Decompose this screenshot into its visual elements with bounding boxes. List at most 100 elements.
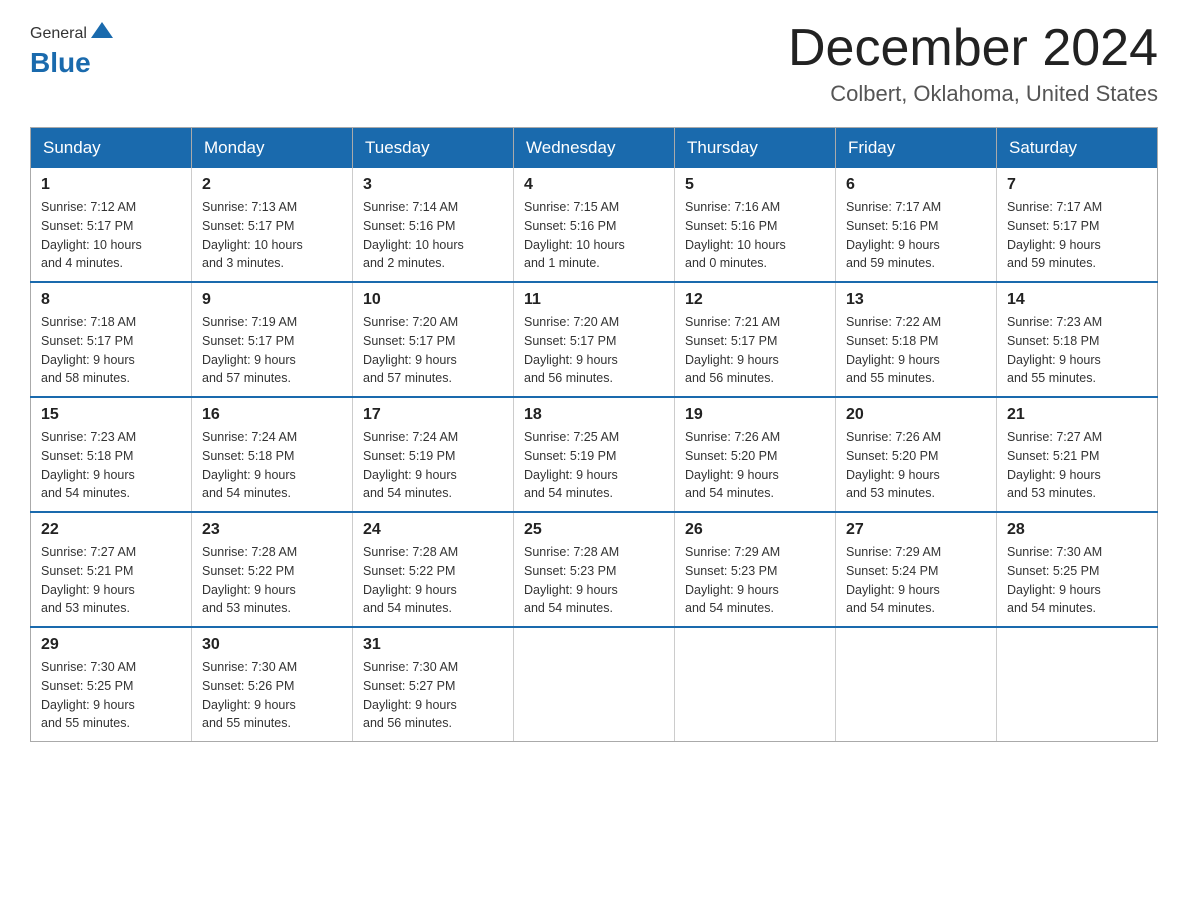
- day-cell-2: 2Sunrise: 7:13 AMSunset: 5:17 PMDaylight…: [192, 168, 353, 282]
- day-cell-24: 24Sunrise: 7:28 AMSunset: 5:22 PMDayligh…: [353, 512, 514, 627]
- day-cell-20: 20 Sunrise: 7:26 AMSunset: 5:20 PMDayligh…: [836, 397, 997, 512]
- day-cell-23: 23 Sunrise: 7:28 AMSunset: 5:22 PMDayligh…: [192, 512, 353, 627]
- day-cell-9: 9Sunrise: 7:19 AMSunset: 5:17 PMDaylight…: [192, 282, 353, 397]
- day-cell-11: 11Sunrise: 7:20 AMSunset: 5:17 PMDayligh…: [514, 282, 675, 397]
- title-section: December 2024 Colbert, Oklahoma, United …: [788, 20, 1158, 107]
- day-cell-17: 17 Sunrise: 7:24 AMSunset: 5:19 PMDayligh…: [353, 397, 514, 512]
- calendar-table: SundayMondayTuesdayWednesdayThursdayFrid…: [30, 127, 1158, 742]
- day-cell-14: 14 Sunrise: 7:23 AMSunset: 5:18 PMDayligh…: [997, 282, 1158, 397]
- day-cell-8: 8 Sunrise: 7:18 AMSunset: 5:17 PMDaylight…: [31, 282, 192, 397]
- day-cell-4: 4 Sunrise: 7:15 AMSunset: 5:16 PMDaylight…: [514, 168, 675, 282]
- day-info: Sunrise: 7:18 AMSunset: 5:17 PMDaylight:…: [41, 313, 181, 388]
- day-info: Sunrise: 7:30 AMSunset: 5:26 PMDaylight:…: [202, 658, 342, 733]
- weekday-header-tuesday: Tuesday: [353, 128, 514, 169]
- day-info: Sunrise: 7:19 AMSunset: 5:17 PMDaylight:…: [202, 313, 342, 388]
- empty-cell: [675, 627, 836, 742]
- day-number: 29: [41, 636, 181, 654]
- week-row-5: 29Sunrise: 7:30 AMSunset: 5:25 PMDayligh…: [31, 627, 1158, 742]
- day-number: 27: [846, 521, 986, 539]
- weekday-header-thursday: Thursday: [675, 128, 836, 169]
- day-number: 8: [41, 291, 181, 309]
- day-info: Sunrise: 7:24 AMSunset: 5:18 PMDaylight:…: [202, 428, 342, 503]
- logo: General Blue: [30, 20, 113, 79]
- day-cell-18: 18Sunrise: 7:25 AMSunset: 5:19 PMDayligh…: [514, 397, 675, 512]
- day-info: Sunrise: 7:26 AMSunset: 5:20 PMDaylight:…: [685, 428, 825, 503]
- day-number: 1: [41, 176, 181, 194]
- weekday-header-sunday: Sunday: [31, 128, 192, 169]
- weekday-header-row: SundayMondayTuesdayWednesdayThursdayFrid…: [31, 128, 1158, 169]
- day-cell-22: 22 Sunrise: 7:27 AMSunset: 5:21 PMDayligh…: [31, 512, 192, 627]
- day-number: 12: [685, 291, 825, 309]
- day-info: Sunrise: 7:20 AMSunset: 5:17 PMDaylight:…: [363, 313, 503, 388]
- day-info: Sunrise: 7:28 AMSunset: 5:22 PMDaylight:…: [202, 543, 342, 618]
- day-number: 18: [524, 406, 664, 424]
- day-cell-25: 25Sunrise: 7:28 AMSunset: 5:23 PMDayligh…: [514, 512, 675, 627]
- weekday-header-friday: Friday: [836, 128, 997, 169]
- day-cell-21: 21Sunrise: 7:27 AMSunset: 5:21 PMDayligh…: [997, 397, 1158, 512]
- day-cell-1: 1 Sunrise: 7:12 AMSunset: 5:17 PMDaylight…: [31, 168, 192, 282]
- day-info: Sunrise: 7:23 AMSunset: 5:18 PMDaylight:…: [41, 428, 181, 503]
- day-info: Sunrise: 7:27 AMSunset: 5:21 PMDaylight:…: [41, 543, 181, 618]
- week-row-4: 22 Sunrise: 7:27 AMSunset: 5:21 PMDayligh…: [31, 512, 1158, 627]
- day-info: Sunrise: 7:28 AMSunset: 5:23 PMDaylight:…: [524, 543, 664, 618]
- day-info: Sunrise: 7:30 AMSunset: 5:25 PMDaylight:…: [1007, 543, 1147, 618]
- day-number: 10: [363, 291, 503, 309]
- day-info: Sunrise: 7:15 AMSunset: 5:16 PMDaylight:…: [524, 198, 664, 273]
- day-cell-10: 10 Sunrise: 7:20 AMSunset: 5:17 PMDayligh…: [353, 282, 514, 397]
- page-header: General Blue December 2024 Colbert, Okla…: [30, 20, 1158, 107]
- day-cell-26: 26Sunrise: 7:29 AMSunset: 5:23 PMDayligh…: [675, 512, 836, 627]
- day-cell-19: 19Sunrise: 7:26 AMSunset: 5:20 PMDayligh…: [675, 397, 836, 512]
- day-cell-28: 28Sunrise: 7:30 AMSunset: 5:25 PMDayligh…: [997, 512, 1158, 627]
- day-info: Sunrise: 7:23 AMSunset: 5:18 PMDaylight:…: [1007, 313, 1147, 388]
- day-number: 30: [202, 636, 342, 654]
- day-info: Sunrise: 7:29 AMSunset: 5:24 PMDaylight:…: [846, 543, 986, 618]
- day-number: 22: [41, 521, 181, 539]
- day-cell-27: 27 Sunrise: 7:29 AMSunset: 5:24 PMDayligh…: [836, 512, 997, 627]
- day-info: Sunrise: 7:22 AMSunset: 5:18 PMDaylight:…: [846, 313, 986, 388]
- day-number: 31: [363, 636, 503, 654]
- day-cell-13: 13 Sunrise: 7:22 AMSunset: 5:18 PMDayligh…: [836, 282, 997, 397]
- day-info: Sunrise: 7:17 AMSunset: 5:17 PMDaylight:…: [1007, 198, 1147, 273]
- day-number: 17: [363, 406, 503, 424]
- day-number: 21: [1007, 406, 1147, 424]
- day-cell-16: 16 Sunrise: 7:24 AMSunset: 5:18 PMDayligh…: [192, 397, 353, 512]
- day-cell-15: 15 Sunrise: 7:23 AMSunset: 5:18 PMDayligh…: [31, 397, 192, 512]
- day-info: Sunrise: 7:26 AMSunset: 5:20 PMDaylight:…: [846, 428, 986, 503]
- day-cell-3: 3 Sunrise: 7:14 AMSunset: 5:16 PMDaylight…: [353, 168, 514, 282]
- empty-cell: [514, 627, 675, 742]
- day-number: 16: [202, 406, 342, 424]
- weekday-header-wednesday: Wednesday: [514, 128, 675, 169]
- day-info: Sunrise: 7:30 AMSunset: 5:27 PMDaylight:…: [363, 658, 503, 733]
- day-info: Sunrise: 7:12 AMSunset: 5:17 PMDaylight:…: [41, 198, 181, 273]
- day-number: 11: [524, 291, 664, 309]
- day-number: 7: [1007, 176, 1147, 194]
- day-cell-31: 31 Sunrise: 7:30 AMSunset: 5:27 PMDayligh…: [353, 627, 514, 742]
- day-number: 13: [846, 291, 986, 309]
- day-number: 23: [202, 521, 342, 539]
- logo-blue-text: Blue: [30, 47, 91, 79]
- day-info: Sunrise: 7:24 AMSunset: 5:19 PMDaylight:…: [363, 428, 503, 503]
- week-row-2: 8 Sunrise: 7:18 AMSunset: 5:17 PMDaylight…: [31, 282, 1158, 397]
- day-number: 24: [363, 521, 503, 539]
- day-number: 6: [846, 176, 986, 194]
- day-number: 4: [524, 176, 664, 194]
- day-info: Sunrise: 7:16 AMSunset: 5:16 PMDaylight:…: [685, 198, 825, 273]
- empty-cell: [997, 627, 1158, 742]
- day-info: Sunrise: 7:13 AMSunset: 5:17 PMDaylight:…: [202, 198, 342, 273]
- day-number: 14: [1007, 291, 1147, 309]
- day-number: 20: [846, 406, 986, 424]
- logo-triangle-icon: [91, 20, 113, 47]
- day-cell-30: 30 Sunrise: 7:30 AMSunset: 5:26 PMDayligh…: [192, 627, 353, 742]
- day-info: Sunrise: 7:17 AMSunset: 5:16 PMDaylight:…: [846, 198, 986, 273]
- day-number: 3: [363, 176, 503, 194]
- logo-general-text: General: [30, 25, 87, 43]
- calendar-title: December 2024: [788, 20, 1158, 77]
- day-number: 5: [685, 176, 825, 194]
- weekday-header-saturday: Saturday: [997, 128, 1158, 169]
- day-info: Sunrise: 7:14 AMSunset: 5:16 PMDaylight:…: [363, 198, 503, 273]
- day-cell-5: 5 Sunrise: 7:16 AMSunset: 5:16 PMDaylight…: [675, 168, 836, 282]
- day-cell-29: 29Sunrise: 7:30 AMSunset: 5:25 PMDayligh…: [31, 627, 192, 742]
- day-number: 15: [41, 406, 181, 424]
- weekday-header-monday: Monday: [192, 128, 353, 169]
- day-cell-12: 12Sunrise: 7:21 AMSunset: 5:17 PMDayligh…: [675, 282, 836, 397]
